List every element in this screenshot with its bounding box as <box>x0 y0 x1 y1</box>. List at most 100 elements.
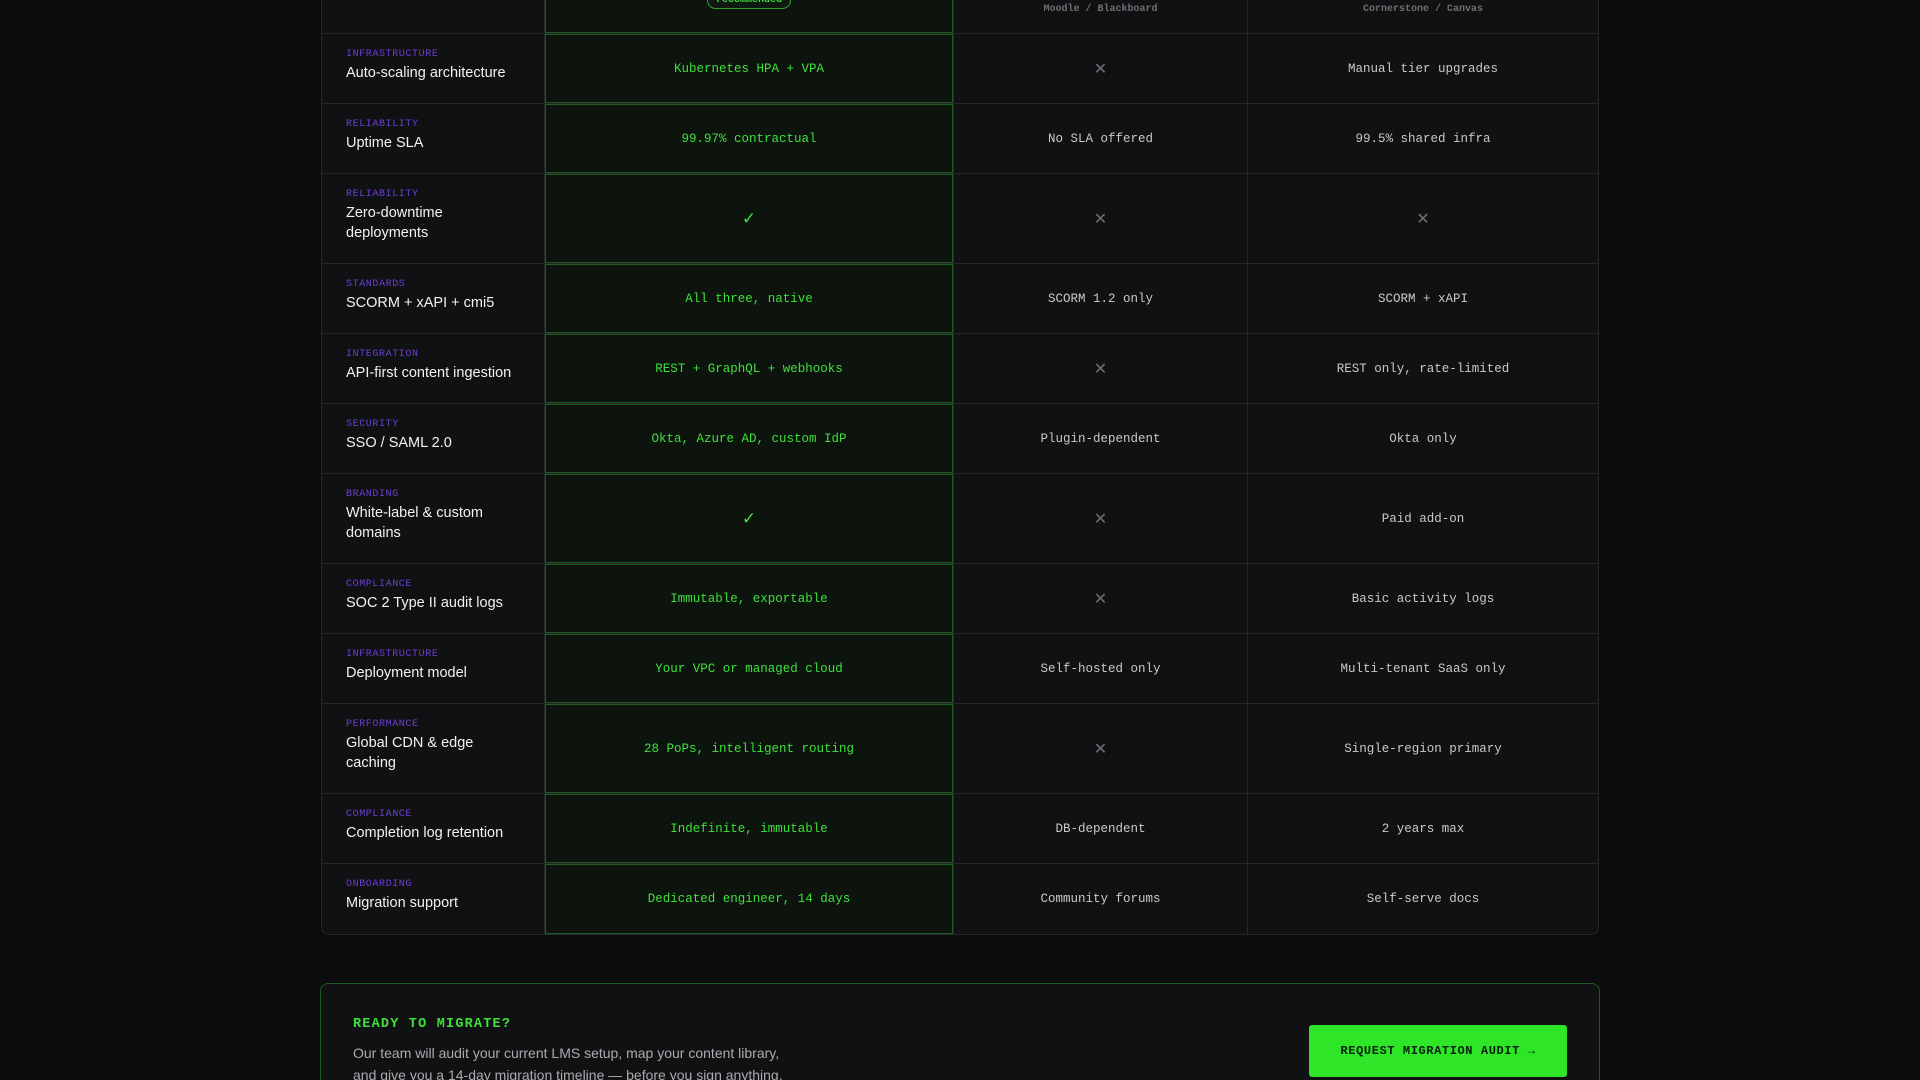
competitor-a-cell: DB-dependent <box>954 794 1248 863</box>
competitor-b-cell: Manual tier upgrades <box>1248 34 1598 103</box>
competitor-b-cell: ✕ <box>1248 174 1598 263</box>
our-value-cell: ✓ <box>545 174 954 263</box>
value-text: Paid add-on <box>1381 511 1465 526</box>
our-value-cell: Dedicated engineer, 14 days <box>545 864 954 934</box>
competitor-a-header: Moodle / Blackboard <box>954 0 1248 33</box>
table-row: Infrastructure Deployment model Your VPC o… <box>322 634 1598 704</box>
our-value-cell: Immutable, exportable <box>545 564 954 633</box>
value-text: SCORM + xAPI <box>1377 291 1468 306</box>
our-column-header: recommended <box>545 0 954 33</box>
feature-cell: Branding White-label & custom domains <box>322 474 545 563</box>
table-row: Reliability Uptime SLA 99.97% contractual N… <box>322 104 1598 174</box>
feature-name: Deployment model <box>346 665 467 681</box>
feature-category: Infrastructure <box>346 649 439 660</box>
table-row: Security SSO / SAML 2.0 Okta, Azure AD, cu… <box>322 404 1598 474</box>
feature-category: Standards <box>346 279 406 290</box>
value-text: Plugin-dependent <box>1040 431 1161 446</box>
feature-cell: Integration API-first content ingestion <box>322 334 545 403</box>
cross-icon: ✕ <box>1093 209 1108 228</box>
competitor-a-cell: ✕ <box>954 34 1248 103</box>
value-text: REST + GraphQL + webhooks <box>655 361 843 376</box>
table-row: Compliance SOC 2 Type II audit logs Immuta… <box>322 564 1598 634</box>
feature-category: Onboarding <box>346 879 413 890</box>
competitor-b-cell: Single-region primary <box>1248 704 1598 793</box>
competitor-a-cell: Self-hosted only <box>954 634 1248 703</box>
feature-cell: Infrastructure Auto-scaling architecture <box>322 34 545 103</box>
our-value-cell: Indefinite, immutable <box>545 794 954 863</box>
competitor-b-cell: Self-serve docs <box>1248 864 1598 934</box>
competitor-b-cell: SCORM + xAPI <box>1248 264 1598 333</box>
competitor-a-label: Moodle / Blackboard <box>1043 4 1158 15</box>
request-migration-audit-button[interactable]: REQUEST MIGRATION AUDIT → <box>1309 1025 1567 1077</box>
value-text: 2 years max <box>1381 821 1465 836</box>
feature-cell: Performance Global CDN & edge caching <box>322 704 545 793</box>
value-text: All three, native <box>685 291 813 306</box>
feature-name: Global CDN & edge caching <box>346 735 474 771</box>
value-text: No SLA offered <box>1047 131 1154 146</box>
feature-category: Compliance <box>346 579 413 590</box>
feature-category: Infrastructure <box>346 49 439 60</box>
feature-name: SOC 2 Type II audit logs <box>346 595 503 611</box>
competitor-a-cell: ✕ <box>954 174 1248 263</box>
competitor-b-cell: 2 years max <box>1248 794 1598 863</box>
feature-cell: Compliance Completion log retention <box>322 794 545 863</box>
competitor-b-cell: Basic activity logs <box>1248 564 1598 633</box>
value-text: Okta only <box>1389 431 1457 446</box>
value-text: Manual tier upgrades <box>1347 61 1499 76</box>
value-text: Dedicated engineer, 14 days <box>647 892 851 906</box>
check-icon: ✓ <box>741 208 757 229</box>
value-text: Your VPC or managed cloud <box>655 661 843 676</box>
check-icon: ✓ <box>741 508 757 529</box>
competitor-b-label: Cornerstone / Canvas <box>1362 4 1484 15</box>
migration-cta-panel: READY TO MIGRATE? Our team will audit yo… <box>320 983 1600 1080</box>
table-row: Reliability Zero-downtime deployments ✓ ✕ ✕ <box>322 174 1598 264</box>
cta-eyebrow: READY TO MIGRATE? <box>353 1017 512 1032</box>
cross-icon: ✕ <box>1093 739 1108 758</box>
feature-category: Branding <box>346 489 399 500</box>
feature-category: Performance <box>346 719 419 730</box>
competitor-a-cell: ✕ <box>954 474 1248 563</box>
feature-name: White-label & custom domains <box>346 505 483 541</box>
feature-name: SCORM + xAPI + cmi5 <box>346 295 495 311</box>
competitor-a-cell: No SLA offered <box>954 104 1248 173</box>
competitor-b-cell: REST only, rate-limited <box>1248 334 1598 403</box>
feature-name: SSO / SAML 2.0 <box>346 435 452 451</box>
table-row: Infrastructure Auto-scaling architecture K… <box>322 34 1598 104</box>
value-text: Kubernetes HPA + VPA <box>673 61 825 76</box>
feature-name: Migration support <box>346 895 459 911</box>
feature-column-header: FEATURE <box>322 0 545 33</box>
cross-icon: ✕ <box>1093 509 1108 528</box>
feature-name: API-first content ingestion <box>346 365 512 381</box>
feature-cell: Standards SCORM + xAPI + cmi5 <box>322 264 545 333</box>
feature-category: Reliability <box>346 119 419 130</box>
cross-icon: ✕ <box>1416 209 1430 228</box>
feature-cell: Reliability Uptime SLA <box>322 104 545 173</box>
table-row: Performance Global CDN & edge caching 28 P… <box>322 704 1598 794</box>
table-row: Branding White-label & custom domains ✓ ✕ Pa… <box>322 474 1598 564</box>
value-text: DB-dependent <box>1055 821 1146 836</box>
value-text: Self-serve docs <box>1366 892 1480 906</box>
feature-name: Auto-scaling architecture <box>346 65 506 81</box>
competitor-b-cell: Okta only <box>1248 404 1598 473</box>
competitor-a-cell: SCORM 1.2 only <box>954 264 1248 333</box>
cross-icon: ✕ <box>1093 359 1108 378</box>
competitor-a-cell: Community forums <box>954 864 1248 934</box>
our-value-cell: ✓ <box>545 474 954 563</box>
value-text: Community forums <box>1040 892 1161 906</box>
table-row: Standards SCORM + xAPI + cmi5 All three, n… <box>322 264 1598 334</box>
feature-name: Completion log retention <box>346 825 504 841</box>
competitor-a-cell: ✕ <box>954 704 1248 793</box>
value-text: Self-hosted only <box>1040 661 1161 676</box>
feature-category: Compliance <box>346 809 413 820</box>
table-row: Compliance Completion log retention Indefi… <box>322 794 1598 864</box>
feature-name: Zero-downtime deployments <box>346 205 443 241</box>
our-value-cell: Your VPC or managed cloud <box>545 634 954 703</box>
feature-category: Integration <box>346 349 419 360</box>
comparison-table: FEATURE recommended Moodle / Blackboard … <box>321 0 1599 935</box>
competitor-a-cell: Plugin-dependent <box>954 404 1248 473</box>
our-value-cell: All three, native <box>545 264 954 333</box>
cross-icon: ✕ <box>1093 59 1108 78</box>
value-text: Single-region primary <box>1344 741 1502 756</box>
our-value-cell: Okta, Azure AD, custom IdP <box>545 404 954 473</box>
value-text: 28 PoPs, intelligent routing <box>643 741 855 756</box>
